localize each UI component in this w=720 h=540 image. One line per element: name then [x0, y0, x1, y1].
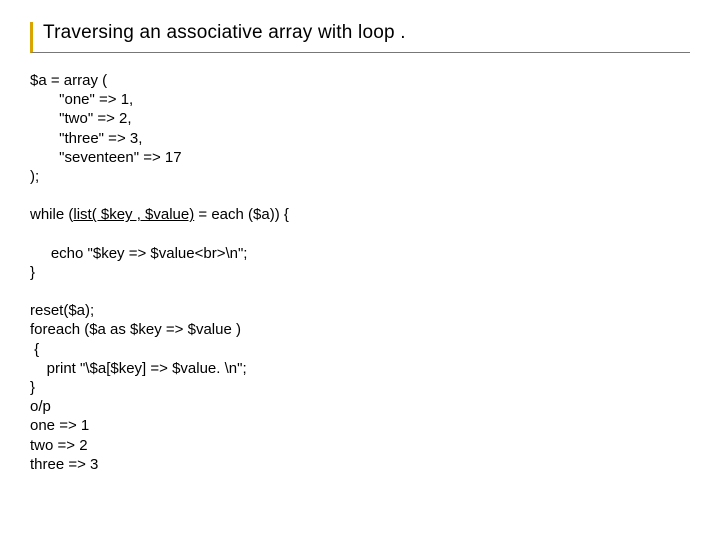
- code-block: $a = array ( "one" => 1, "two" => 2, "th…: [30, 71, 690, 474]
- code-line: = each ($a)) {: [194, 206, 289, 223]
- code-line: while (: [30, 206, 73, 223]
- slide: Traversing an associative array with loo…: [0, 0, 720, 540]
- code-line: echo "$key => $value<br>\n";: [30, 245, 247, 262]
- slide-title: Traversing an associative array with loo…: [43, 22, 690, 44]
- code-line: $a = array (: [30, 72, 107, 89]
- code-line: three => 3: [30, 456, 98, 473]
- code-line: "one" => 1,: [30, 91, 133, 108]
- code-line: o/p: [30, 398, 51, 415]
- title-container: Traversing an associative array with loo…: [30, 22, 690, 53]
- code-line: foreach ($a as $key => $value ): [30, 321, 241, 338]
- code-line: }: [30, 264, 35, 281]
- code-line: print "\$a[$key] => $value. \n";: [30, 360, 247, 377]
- code-line: reset($a);: [30, 302, 94, 319]
- code-line: "two" => 2,: [30, 110, 132, 127]
- code-line: );: [30, 168, 39, 185]
- code-line: "seventeen" => 17: [30, 149, 182, 166]
- code-line: one => 1: [30, 417, 89, 434]
- code-line: }: [30, 379, 35, 396]
- code-underlined: list( $key , $value): [73, 206, 194, 223]
- code-line: two => 2: [30, 437, 88, 454]
- code-line: {: [30, 341, 39, 358]
- code-line: "three" => 3,: [30, 130, 142, 147]
